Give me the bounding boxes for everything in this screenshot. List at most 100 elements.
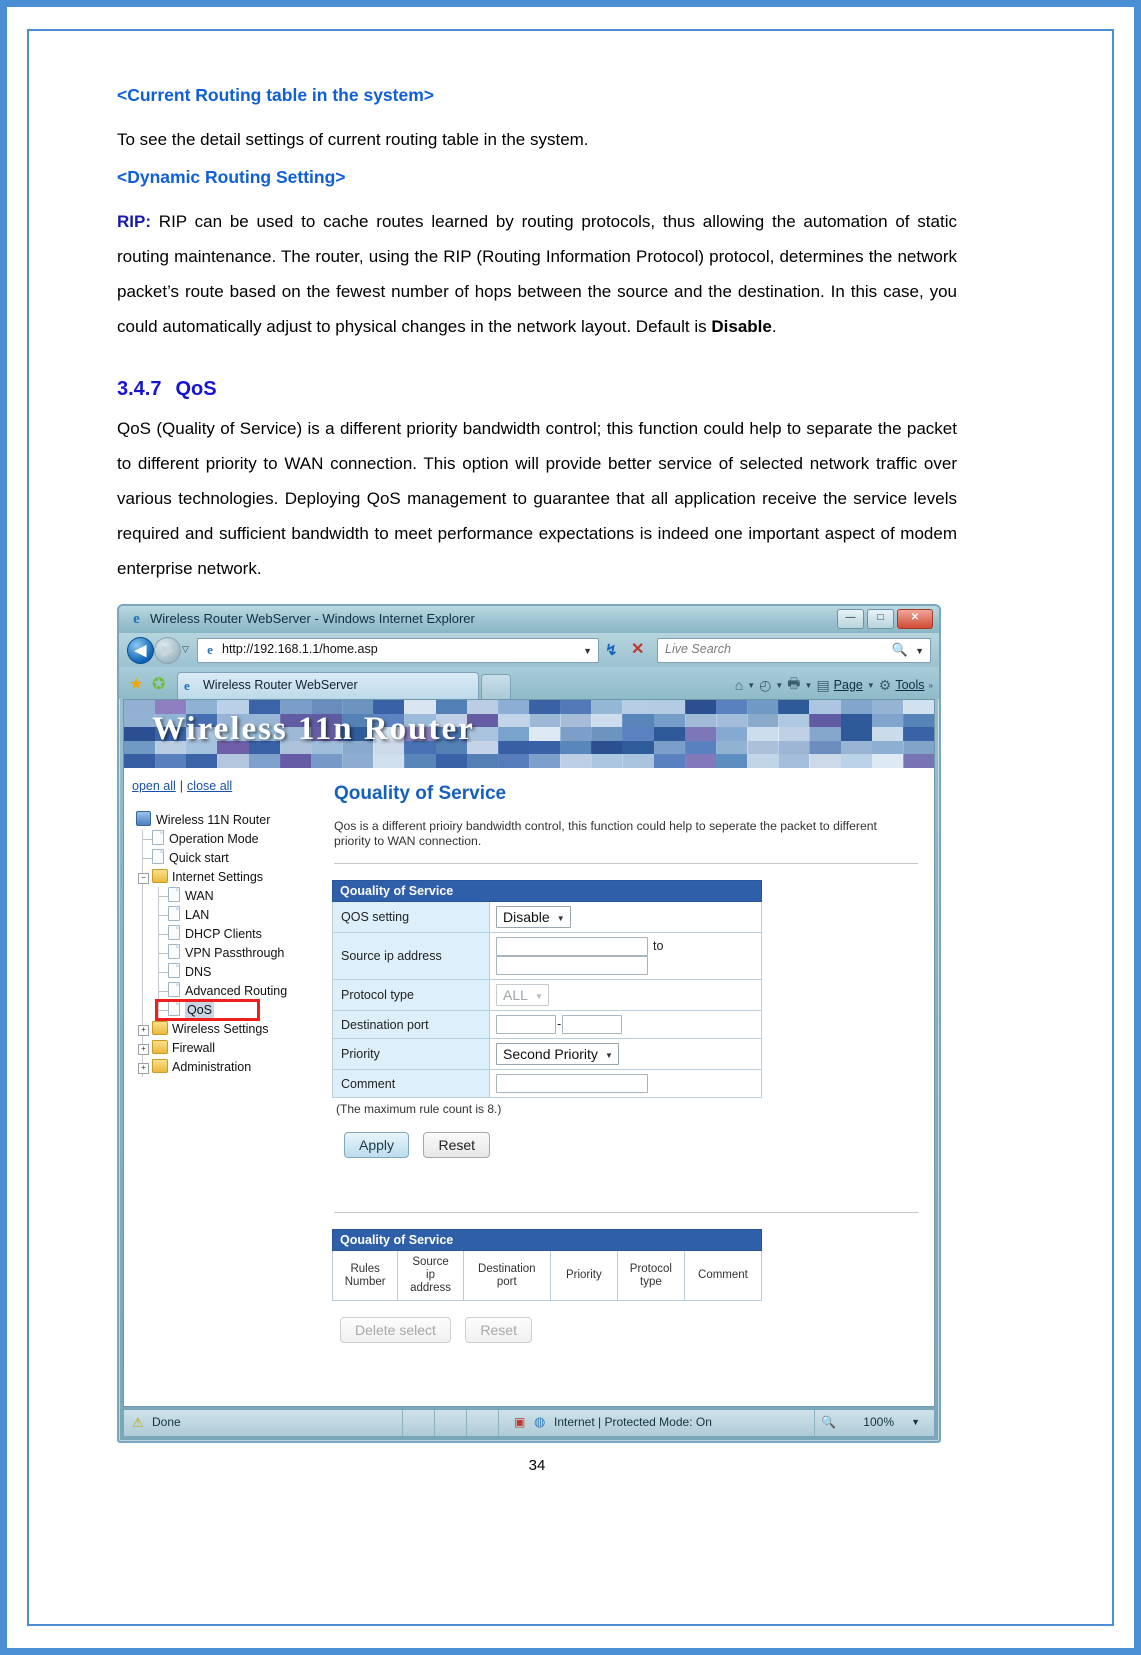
router-icon (136, 811, 151, 826)
feeds-icon[interactable]: ◴ (759, 677, 771, 694)
zoom-caret-icon[interactable]: ▼ (911, 1417, 920, 1427)
page-menu-icon: ▤ (816, 676, 830, 693)
protocol-type-label: Protocol type (332, 979, 490, 1011)
expand-icon[interactable]: + (138, 1025, 149, 1036)
destination-port-cell: - (489, 1010, 762, 1039)
reset-button[interactable]: Reset (423, 1132, 491, 1158)
tree-item-firewall[interactable]: + Firewall (132, 1039, 322, 1058)
back-button[interactable]: ◀ (127, 637, 154, 664)
mosaic-tile (529, 740, 561, 755)
protocol-type-select[interactable]: ALL ▼ (496, 984, 549, 1006)
comment-input[interactable] (496, 1074, 648, 1093)
rules-reset-button[interactable]: Reset (465, 1317, 532, 1343)
tree-item-content: LAN (168, 906, 209, 925)
paragraph-routing-table: To see the detail settings of current ro… (117, 130, 589, 149)
qos-setting-label: QOS setting (332, 901, 490, 933)
tools-chevrons-icon[interactable]: » (929, 681, 933, 690)
mosaic-tile (778, 754, 811, 768)
address-input[interactable]: e http://192.168.1.1/home.asp ▼ (197, 638, 599, 663)
favorites-star-icon[interactable]: ★ (129, 674, 143, 694)
tools-menu-label[interactable]: Tools (895, 678, 924, 692)
refresh-icon[interactable]: ↯ (605, 641, 618, 659)
new-tab-button[interactable] (481, 674, 511, 700)
apply-button[interactable]: Apply (344, 1132, 410, 1158)
tree-item-wan[interactable]: WAN (132, 887, 322, 906)
tree-item-dhcp-clients[interactable]: DHCP Clients (132, 925, 322, 944)
tree-item-content: Internet Settings (152, 868, 263, 887)
window-title: Wireless Router WebServer - Windows Inte… (150, 611, 475, 626)
search-input[interactable]: Live Search 🔍 ▼ (657, 638, 931, 663)
tree-guide-line (142, 982, 143, 1001)
expand-icon[interactable]: + (138, 1044, 149, 1055)
collapse-icon[interactable]: − (138, 873, 149, 884)
destination-port-to-input[interactable] (562, 1015, 623, 1034)
stop-icon[interactable]: ✕ (631, 639, 644, 659)
source-ip-from-input[interactable] (496, 937, 648, 956)
tree-item-dns[interactable]: DNS (132, 963, 322, 982)
mosaic-tile (871, 754, 904, 768)
back-arrow-icon: ◀ (134, 642, 147, 659)
doc-icon (168, 887, 180, 902)
zoom-level-text[interactable]: 100% (863, 1415, 894, 1429)
tree-item-vpn-passthrough[interactable]: VPN Passthrough (132, 944, 322, 963)
close-button[interactable]: ✕ (897, 609, 933, 629)
mosaic-tile (747, 754, 780, 768)
mosaic-tile (560, 700, 593, 714)
home-caret-icon[interactable]: ▼ (747, 681, 755, 690)
open-all-link[interactable]: open all (132, 779, 176, 793)
tree-item-wireless-settings[interactable]: + Wireless Settings (132, 1020, 322, 1039)
minimize-button[interactable]: — (837, 609, 864, 629)
status-divider-1 (402, 1410, 404, 1436)
browser-tab[interactable]: e Wireless Router WebServer (177, 672, 479, 700)
mosaic-tile (373, 754, 406, 768)
priority-select[interactable]: Second Priority ▼ (496, 1043, 619, 1065)
mosaic-tile (591, 727, 624, 741)
page-menu-label[interactable]: Page (834, 678, 863, 692)
tree-item-label: DHCP Clients (185, 927, 262, 941)
tree-item-wireless-11n-router[interactable]: Wireless 11N Router (132, 811, 322, 830)
paragraph-rip: RIP: RIP can be used to cache routes lea… (117, 204, 957, 344)
tree-item-content: Administration (152, 1058, 251, 1077)
page-viewport: Wireless 11n Router open all | close all W… (123, 699, 935, 1407)
doc-icon (168, 963, 180, 978)
document-content: <Current Routing table in the system> To… (117, 85, 957, 1474)
tree-item-content: VPN Passthrough (168, 944, 284, 963)
row-comment: Comment (332, 1069, 762, 1098)
status-divider-2 (434, 1410, 436, 1436)
priority-label: Priority (332, 1038, 490, 1070)
forward-button[interactable]: ▶ (154, 637, 181, 664)
print-icon[interactable]: 🖶 (787, 673, 800, 697)
mosaic-tile (591, 713, 624, 728)
tree-item-quick-start[interactable]: Quick start (132, 849, 322, 868)
heading-dynamic-routing-setting: <Dynamic Routing Setting> (117, 167, 346, 187)
feeds-caret-icon[interactable]: ▼ (775, 681, 783, 690)
add-favorite-icon[interactable]: ✪ (152, 674, 165, 694)
tree-item-lan[interactable]: LAN (132, 906, 322, 925)
tree-item-label: VPN Passthrough (185, 946, 285, 960)
delete-select-button[interactable]: Delete select (340, 1317, 451, 1343)
expand-icon[interactable]: + (138, 1063, 149, 1074)
tree-item-administration[interactable]: + Administration (132, 1058, 322, 1077)
page-caret-icon[interactable]: ▼ (867, 681, 875, 690)
tree-item-internet-settings[interactable]: − Internet Settings (132, 868, 322, 887)
router-sidebar: open all | close all Wireless 11N Router Op… (124, 769, 322, 1406)
tree-item-qos[interactable]: QoS (132, 999, 322, 1021)
section-heading-qos: 3.4.7 QoS (117, 378, 957, 401)
search-dropdown-icon[interactable]: ▼ (915, 646, 924, 656)
print-caret-icon[interactable]: ▼ (805, 681, 813, 690)
history-caret-icon[interactable]: ▽ (182, 644, 189, 655)
maximize-button[interactable]: □ (867, 609, 894, 629)
security-zone-text: Internet | Protected Mode: On (554, 1415, 712, 1429)
mosaic-tile (591, 754, 624, 768)
gear-icon: ⚙ (878, 676, 892, 693)
search-icon[interactable]: 🔍 (892, 642, 908, 658)
source-ip-to-input[interactable] (496, 956, 648, 975)
qos-setting-select[interactable]: Disable ▼ (496, 906, 571, 928)
home-icon[interactable]: ⌂ (735, 677, 743, 693)
close-all-link[interactable]: close all (187, 779, 232, 793)
tree-item-label: Internet Settings (172, 870, 264, 884)
address-dropdown-icon[interactable]: ▼ (583, 646, 592, 656)
tree-item-operation-mode[interactable]: Operation Mode (132, 830, 322, 849)
destination-port-from-input[interactable] (496, 1015, 556, 1034)
rip-body-text: RIP can be used to cache routes learned … (117, 212, 957, 336)
